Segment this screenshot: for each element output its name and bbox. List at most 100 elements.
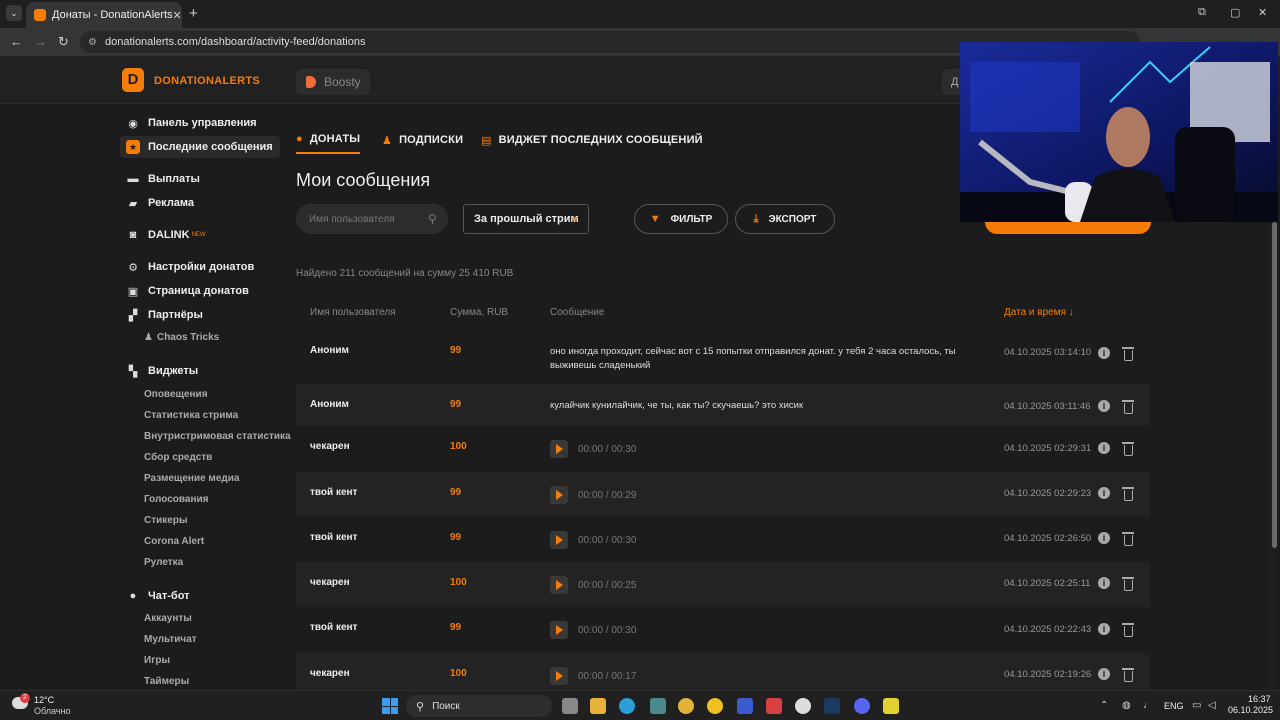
play-icon[interactable] <box>550 667 568 685</box>
username-search-input[interactable] <box>296 204 448 234</box>
orange-action-button[interactable] <box>985 222 1151 234</box>
info-icon[interactable]: i <box>1098 668 1110 680</box>
play-icon[interactable] <box>550 440 568 458</box>
play-icon[interactable] <box>550 621 568 639</box>
trash-icon[interactable] <box>1122 623 1134 637</box>
sidebar-item-dashboard[interactable]: ◉ Панель управления <box>120 112 280 134</box>
site-info-icon[interactable]: ⚙ <box>88 37 97 48</box>
sidebar-sub-instream-stats[interactable]: Внутристримовая статистика <box>144 431 291 442</box>
volume-icon[interactable]: ◁ <box>1208 700 1216 711</box>
export-button[interactable]: ⤓ ЭКСПОРТ <box>735 204 835 234</box>
sidebar-sub-corona-alert[interactable]: Corona Alert <box>144 536 204 547</box>
obs-icon[interactable] <box>795 698 811 714</box>
wallet-icon: ▬ <box>127 173 139 185</box>
info-icon[interactable]: i <box>1098 487 1110 499</box>
sidebar-sub-accounts[interactable]: Аккаунты <box>144 613 192 624</box>
clock-time[interactable]: 16:37 <box>1248 694 1271 704</box>
sidebar-sub-stickers[interactable]: Стикеры <box>144 515 187 526</box>
sidebar-item-partners[interactable]: ▞ Партнёры <box>120 304 280 326</box>
new-tab-button[interactable]: + <box>189 5 198 22</box>
sidebar-item-last-messages[interactable]: ★ Последние сообщения <box>120 136 280 158</box>
boosty-button[interactable]: Boosty <box>296 69 370 95</box>
tab-subscriptions[interactable]: ♟ ПОДПИСКИ <box>382 126 463 154</box>
brand-name[interactable]: DONATIONALERTS <box>154 75 260 87</box>
sidebar-item-payouts[interactable]: ▬ Выплаты <box>120 168 280 190</box>
sidebar-item-widgets[interactable]: ▚ Виджеты <box>120 360 280 382</box>
app-icon[interactable] <box>707 698 723 714</box>
play-icon[interactable] <box>550 486 568 504</box>
tab-label: ВИДЖЕТ ПОСЛЕДНИХ СООБЩЕНИЙ <box>498 134 703 146</box>
language-indicator[interactable]: ENG <box>1164 701 1184 711</box>
trash-icon[interactable] <box>1122 442 1134 456</box>
info-icon[interactable]: i <box>1098 532 1110 544</box>
steam-icon[interactable] <box>824 698 840 714</box>
column-header-date[interactable]: Дата и время ↓ <box>1004 307 1074 318</box>
sidebar-item-dalink[interactable]: ◙ DALINK NEW <box>120 224 280 246</box>
sidebar-item-donation-settings[interactable]: ⚙ Настройки донатов <box>120 256 280 278</box>
close-window-icon[interactable]: ✕ <box>1258 6 1267 19</box>
edge-icon[interactable] <box>619 698 635 714</box>
microphone-icon[interactable]: ♩ <box>1143 700 1153 711</box>
scrollbar-thumb[interactable] <box>1272 222 1277 548</box>
sidebar-item-label: Виджеты <box>148 365 199 377</box>
sidebar-sub-media[interactable]: Размещение медиа <box>144 473 239 484</box>
back-icon[interactable]: ← <box>10 34 23 49</box>
sidebar-sub-alerts[interactable]: Оповещения <box>144 389 208 400</box>
play-icon[interactable] <box>550 531 568 549</box>
sidebar-item-chatbot[interactable]: ● Чат-бот <box>120 585 280 607</box>
sidebar-sub-roulette[interactable]: Рулетка <box>144 557 183 568</box>
info-icon[interactable]: i <box>1098 442 1110 454</box>
download-icon: ⤓ <box>753 212 759 225</box>
trash-icon[interactable] <box>1122 487 1134 501</box>
chart-app-icon[interactable] <box>737 698 753 714</box>
audio-duration: 00:00 / 00:30 <box>578 625 637 636</box>
sidebar-item-ads[interactable]: ▰ Реклама <box>120 192 280 214</box>
donationalerts-logo-icon[interactable]: D <box>122 68 144 92</box>
task-view-icon[interactable] <box>562 698 578 714</box>
trash-icon[interactable] <box>1122 532 1134 546</box>
trash-icon[interactable] <box>1122 668 1134 682</box>
info-icon[interactable]: i <box>1098 577 1110 589</box>
app-icon[interactable] <box>883 698 899 714</box>
pdf-icon[interactable] <box>766 698 782 714</box>
tab-switcher-icon[interactable]: ⧉ <box>1198 6 1206 19</box>
windows-start-icon[interactable] <box>382 698 398 714</box>
tray-app-icon[interactable]: ◍ <box>1122 700 1131 711</box>
search-icon[interactable]: ⚲ <box>428 212 437 226</box>
trash-icon[interactable] <box>1122 577 1134 591</box>
browser-tab[interactable]: Донаты - DonationAlerts ✕ <box>26 2 182 28</box>
tab-close-button[interactable]: ✕ <box>173 9 182 22</box>
network-icon[interactable]: ▭ <box>1192 700 1201 711</box>
tab-search-button[interactable]: ⌄ <box>6 5 22 21</box>
tab-last-messages-widget[interactable]: ▤ ВИДЖЕТ ПОСЛЕДНИХ СООБЩЕНИЙ <box>481 126 703 154</box>
sidebar-sub-polls[interactable]: Голосования <box>144 494 209 505</box>
sidebar-sub-multichat[interactable]: Мультичат <box>144 634 197 645</box>
app-icon[interactable] <box>650 698 666 714</box>
period-select[interactable]: За прошлый стрим <box>463 204 589 234</box>
weather-description: Облачно <box>34 706 71 716</box>
sidebar-sub-stream-stats[interactable]: Статистика стрима <box>144 410 238 421</box>
chrome-icon[interactable] <box>678 698 694 714</box>
maximize-icon[interactable]: ▢ <box>1230 6 1240 19</box>
sidebar-sub-fundraising[interactable]: Сбор средств <box>144 452 212 463</box>
tab-label: ДОНАТЫ <box>309 133 361 145</box>
tab-donations[interactable]: ● ДОНАТЫ <box>296 126 361 154</box>
sidebar-item-donation-page[interactable]: ▣ Страница донатов <box>120 280 280 302</box>
filter-button[interactable]: ▼ ФИЛЬТР <box>634 204 728 234</box>
chevron-up-icon[interactable]: ⌃ <box>1100 700 1108 711</box>
taskbar-search[interactable]: ⚲ Поиск <box>406 695 552 717</box>
info-icon[interactable]: i <box>1098 400 1110 412</box>
trash-icon[interactable] <box>1122 400 1134 414</box>
reload-icon[interactable]: ↻ <box>58 34 69 50</box>
info-icon[interactable]: i <box>1098 623 1110 635</box>
discord-icon[interactable] <box>854 698 870 714</box>
sidebar-sub-timers[interactable]: Таймеры <box>144 676 189 687</box>
clock-date[interactable]: 06.10.2025 <box>1228 705 1273 715</box>
file-explorer-icon[interactable] <box>590 698 606 714</box>
info-icon[interactable]: i <box>1098 347 1110 359</box>
forward-icon[interactable]: → <box>34 34 47 49</box>
play-icon[interactable] <box>550 576 568 594</box>
sidebar-sub-games[interactable]: Игры <box>144 655 170 666</box>
trash-icon[interactable] <box>1122 347 1134 361</box>
sidebar-sub-chaos-tricks[interactable]: ♟ Chaos Tricks <box>144 332 219 343</box>
